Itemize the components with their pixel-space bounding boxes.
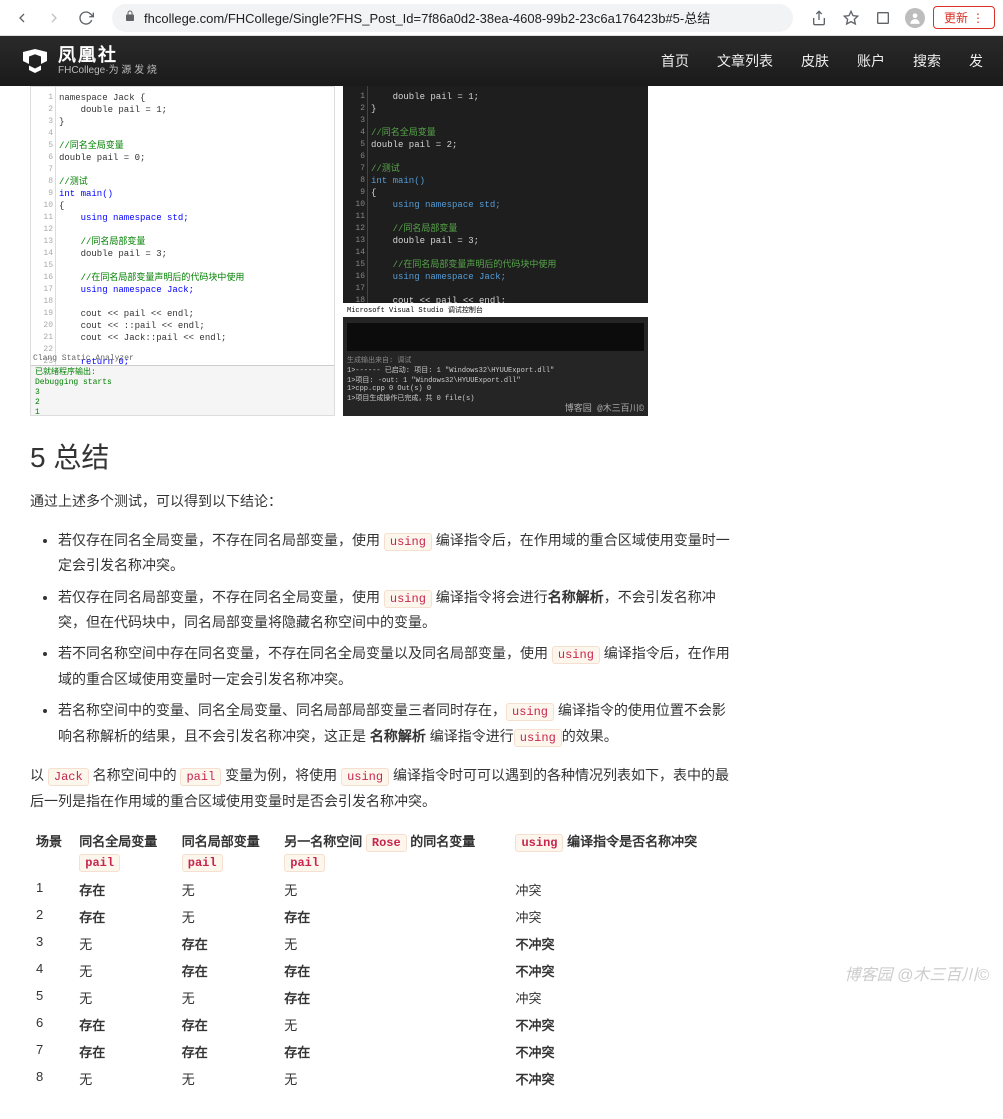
table-row: 7存在存在存在不冲突 <box>30 1038 730 1065</box>
image-watermark: 博客园 @木三百川© <box>565 401 644 414</box>
th-scenario: 场景 <box>30 828 73 876</box>
page-watermark: 博客园 @木三百川© <box>845 961 989 985</box>
list-item: 若不同名称空间中存在同名变量，不存在同名全局变量以及同名局部变量，使用 usin… <box>58 641 730 692</box>
logo-icon <box>20 46 50 76</box>
site-header: 凤凰社 FHCollege·为 源 发 烧 首页 文章列表 皮肤 账户 搜索 发 <box>0 36 1003 86</box>
conclusion-list: 若仅存在同名全局变量，不存在同名局部变量，使用 using 编译指令后，在作用域… <box>30 528 730 750</box>
table-row: 6存在存在无不冲突 <box>30 1011 730 1038</box>
reload-button[interactable] <box>72 4 100 32</box>
browser-toolbar: fhcollege.com/FHCollege/Single?FHS_Post_… <box>0 0 1003 36</box>
table-row: 2存在无存在冲突 <box>30 903 730 930</box>
nav-account[interactable]: 账户 <box>857 51 885 71</box>
list-item: 若仅存在同名局部变量，不存在同名全局变量，使用 using 编译指令将会进行名称… <box>58 585 730 636</box>
logo-subtitle: FHCollege·为 源 发 烧 <box>58 65 157 76</box>
list-item: 若仅存在同名全局变量，不存在同名局部变量，使用 using 编译指令后，在作用域… <box>58 528 730 579</box>
code-screenshot-light: 1 2 3 4 5 6 7 8 9 10 11 12 13 14 15 16 1… <box>30 86 335 416</box>
profile-avatar[interactable] <box>901 4 929 32</box>
list-item: 若名称空间中的变量、同名全局变量、同名局部局部变量三者同时存在，using 编译… <box>58 698 730 749</box>
code-pail: pail <box>180 768 221 786</box>
nav-home[interactable]: 首页 <box>661 51 689 71</box>
forward-button[interactable] <box>40 4 68 32</box>
nav-search[interactable]: 搜索 <box>913 51 941 71</box>
ide-output-panel: 已就绪程序输出: Debugging starts 321 Debugging … <box>31 365 334 415</box>
table-row: 8无无无不冲突 <box>30 1065 730 1092</box>
table-row: 4无存在存在不冲突 <box>30 957 730 984</box>
share-icon[interactable] <box>805 4 833 32</box>
article-content: 1 2 3 4 5 6 7 8 9 10 11 12 13 14 15 16 1… <box>0 86 760 1119</box>
lock-icon <box>124 10 136 25</box>
nav-menu: 首页 文章列表 皮肤 账户 搜索 发 <box>661 51 983 71</box>
address-bar[interactable]: fhcollege.com/FHCollege/Single?FHS_Post_… <box>112 4 793 32</box>
th-other-ns: 另一名称空间 Rose 的同名变量pail <box>278 828 509 876</box>
th-conflict: using 编译指令是否名称冲突 <box>509 828 730 876</box>
nav-skin[interactable]: 皮肤 <box>801 51 829 71</box>
code-screenshot-dark: 1 2 3 4 5 6 7 8 9 10 11 12 13 14 15 16 1… <box>343 86 648 416</box>
logo-title: 凤凰社 <box>58 46 157 66</box>
th-global: 同名全局变量pail <box>73 828 175 876</box>
url-text: fhcollege.com/FHCollege/Single?FHS_Post_… <box>144 8 710 27</box>
table-row: 5无无存在冲突 <box>30 984 730 1011</box>
nav-post[interactable]: 发 <box>969 51 983 71</box>
table-row: 1存在无无冲突 <box>30 876 730 903</box>
site-logo[interactable]: 凤凰社 FHCollege·为 源 发 烧 <box>20 46 157 77</box>
kebab-icon: ⋮ <box>972 11 984 25</box>
cases-table: 场景 同名全局变量pail 同名局部变量pail 另一名称空间 Rose 的同名… <box>30 828 730 1092</box>
section-title: 5 总结 <box>30 436 730 476</box>
code-using: using <box>341 768 389 786</box>
nav-articles[interactable]: 文章列表 <box>717 51 773 71</box>
update-button[interactable]: 更新⋮ <box>933 6 995 29</box>
code-jack: Jack <box>48 768 89 786</box>
back-button[interactable] <box>8 4 36 32</box>
star-icon[interactable] <box>837 4 865 32</box>
example-paragraph: 以 Jack 名称空间中的 pail 变量为例，将使用 using 编译指令时可… <box>30 763 730 814</box>
extensions-icon[interactable] <box>869 4 897 32</box>
intro-paragraph: 通过上述多个测试，可以得到以下结论： <box>30 490 730 514</box>
th-local: 同名局部变量pail <box>176 828 278 876</box>
analyzer-label: Clang Static Analyzer <box>33 354 134 363</box>
table-row: 3无存在无不冲突 <box>30 930 730 957</box>
